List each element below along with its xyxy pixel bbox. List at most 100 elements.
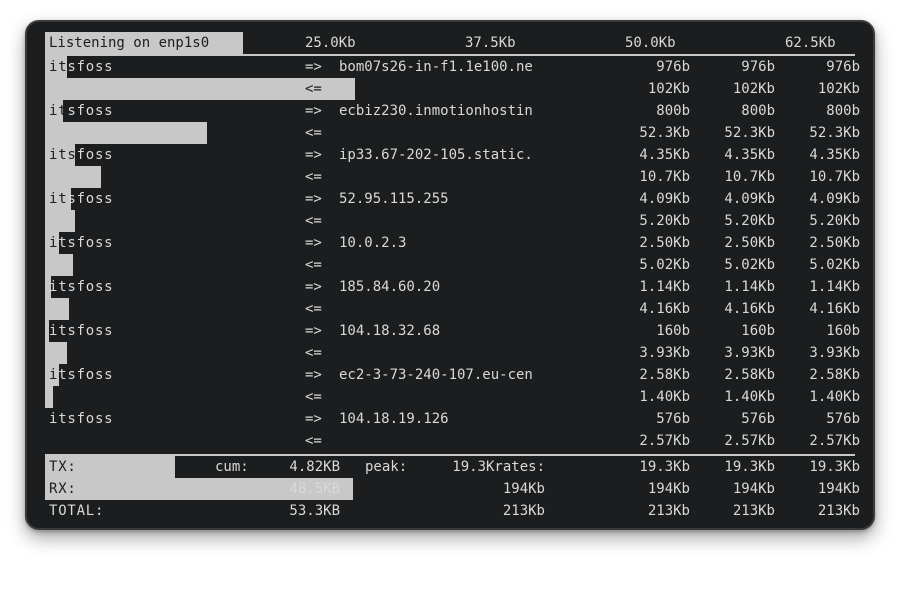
arrow-rx-icon: <= xyxy=(305,254,322,276)
rx-rate-40s: 10.7Kb xyxy=(785,166,860,188)
rx-bar xyxy=(45,298,69,320)
rx-rate-2s: 2.57Kb xyxy=(615,430,690,452)
tx-rate-2s: 1.14Kb xyxy=(615,276,690,298)
tx-rate-10s: 160b xyxy=(700,320,775,342)
rx-bar xyxy=(45,254,73,276)
rx-rate-10s: 2.57Kb xyxy=(700,430,775,452)
rx-rate-10s: 4.16Kb xyxy=(700,298,775,320)
arrow-rx-icon: <= xyxy=(305,166,322,188)
listening-label: Listening on enp1s0 xyxy=(45,32,209,54)
flow-rx-row: <= 1.40Kb 1.40Kb 1.40Kb xyxy=(45,386,855,408)
summary-row-rx: RX: 48.5KB 194Kb 194Kb 194Kb 194Kb xyxy=(45,478,855,500)
arrow-tx-icon: => xyxy=(305,364,322,386)
tx-rate-40s: 160b xyxy=(785,320,860,342)
local-host: itsfoss xyxy=(49,364,299,386)
tx-rate-40s: 800b xyxy=(785,100,860,122)
tx-rate-2s: 976b xyxy=(615,56,690,78)
rx-bar xyxy=(45,166,101,188)
tx-rate-2s: 4.35Kb xyxy=(615,144,690,166)
rx-rate-2s: 102Kb xyxy=(615,78,690,100)
tx-rate-10s: 2.58Kb xyxy=(700,364,775,386)
rx-rate-40s: 102Kb xyxy=(785,78,860,100)
rx-rate-10s: 1.40Kb xyxy=(700,386,775,408)
tx-rate-40s: 576b xyxy=(785,408,860,430)
local-host: itsfoss xyxy=(49,408,299,430)
peak-value: 19.3Krates: xyxy=(440,456,545,478)
remote-host: 52.95.115.255 xyxy=(339,188,604,210)
tx-rate-40s: 2.50Kb xyxy=(785,232,860,254)
rx-bar xyxy=(45,122,207,144)
tx-rate-10s: 2.50Kb xyxy=(700,232,775,254)
flow-rx-row: <= 52.3Kb 52.3Kb 52.3Kb xyxy=(45,122,855,144)
flow-rx-row: <= 5.20Kb 5.20Kb 5.20Kb xyxy=(45,210,855,232)
rx-rate-10s: 3.93Kb xyxy=(700,342,775,364)
tx-rate-40s: 1.14Kb xyxy=(785,276,860,298)
arrow-tx-icon: => xyxy=(305,188,322,210)
arrow-tx-icon: => xyxy=(305,276,322,298)
tx-rate-10s: 1.14Kb xyxy=(700,276,775,298)
tx-rate-2s: 2.50Kb xyxy=(615,232,690,254)
arrow-tx-icon: => xyxy=(305,144,322,166)
remote-host: 185.84.60.20 xyxy=(339,276,604,298)
rx-rate-10s: 5.02Kb xyxy=(700,254,775,276)
rate-40s: 213Kb xyxy=(785,500,860,522)
flow-tx-row: itsfoss => 52.95.115.255 4.09Kb 4.09Kb 4… xyxy=(45,188,855,210)
tx-rate-40s: 4.35Kb xyxy=(785,144,860,166)
tx-rate-10s: 576b xyxy=(700,408,775,430)
local-host: itsfoss xyxy=(49,100,299,122)
rate-2s: 194Kb xyxy=(615,478,690,500)
rx-rate-2s: 4.16Kb xyxy=(615,298,690,320)
flow-tx-row: itsfoss => bom07s26-in-f1.1e100.ne 976b … xyxy=(45,56,855,78)
scale-tick-3: 50.0Kb xyxy=(625,32,676,54)
rx-rate-2s: 10.7Kb xyxy=(615,166,690,188)
rx-rate-10s: 5.20Kb xyxy=(700,210,775,232)
remote-host: ec2-3-73-240-107.eu-cen xyxy=(339,364,604,386)
local-host: itsfoss xyxy=(49,188,299,210)
rx-rate-40s: 1.40Kb xyxy=(785,386,860,408)
flow-tx-row: itsfoss => 185.84.60.20 1.14Kb 1.14Kb 1.… xyxy=(45,276,855,298)
cum-value: 53.3KB xyxy=(270,500,340,522)
arrow-rx-icon: <= xyxy=(305,342,322,364)
arrow-rx-icon: <= xyxy=(305,210,322,232)
flow-tx-row: itsfoss => 104.18.32.68 160b 160b 160b xyxy=(45,320,855,342)
flow-rx-row: <= 102Kb 102Kb 102Kb xyxy=(45,78,855,100)
arrow-rx-icon: <= xyxy=(305,78,322,100)
flow-tx-row: itsfoss => ec2-3-73-240-107.eu-cen 2.58K… xyxy=(45,364,855,386)
arrow-rx-icon: <= xyxy=(305,430,322,452)
cum-label: cum: xyxy=(215,456,249,478)
local-host: itsfoss xyxy=(49,56,299,78)
summary-row-total: TOTAL: 53.3KB 213Kb 213Kb 213Kb 213Kb xyxy=(45,500,855,522)
local-host: itsfoss xyxy=(49,232,299,254)
rate-40s: 194Kb xyxy=(785,478,860,500)
cum-value: 4.82KB xyxy=(270,456,340,478)
rx-rate-40s: 4.16Kb xyxy=(785,298,860,320)
rx-rate-40s: 52.3Kb xyxy=(785,122,860,144)
rx-rate-2s: 5.20Kb xyxy=(615,210,690,232)
arrow-tx-icon: => xyxy=(305,320,322,342)
remote-host: ip33.67-202-105.static. xyxy=(339,144,604,166)
rx-bar xyxy=(45,386,53,408)
summary-label: RX: xyxy=(49,478,77,500)
rx-rate-40s: 2.57Kb xyxy=(785,430,860,452)
rx-rate-2s: 1.40Kb xyxy=(615,386,690,408)
rx-rate-2s: 52.3Kb xyxy=(615,122,690,144)
rx-rate-10s: 52.3Kb xyxy=(700,122,775,144)
rx-rate-10s: 102Kb xyxy=(700,78,775,100)
rate-2s: 19.3Kb xyxy=(615,456,690,478)
rx-rate-40s: 5.02Kb xyxy=(785,254,860,276)
summary-label: TOTAL: xyxy=(49,500,104,522)
tx-rate-40s: 4.09Kb xyxy=(785,188,860,210)
arrow-rx-icon: <= xyxy=(305,298,322,320)
terminal-window: Listening on enp1s0 25.0Kb 37.5Kb 50.0Kb… xyxy=(25,20,875,530)
local-host: itsfoss xyxy=(49,320,299,342)
tx-rate-2s: 4.09Kb xyxy=(615,188,690,210)
remote-host: 104.18.32.68 xyxy=(339,320,604,342)
peak-value: 194Kb xyxy=(440,478,545,500)
scale-tick-4: 62.5Kb xyxy=(785,32,836,54)
rx-rate-40s: 5.20Kb xyxy=(785,210,860,232)
rate-10s: 194Kb xyxy=(700,478,775,500)
arrow-tx-icon: => xyxy=(305,100,322,122)
tx-rate-2s: 2.58Kb xyxy=(615,364,690,386)
flow-tx-row: itsfoss => ip33.67-202-105.static. 4.35K… xyxy=(45,144,855,166)
flow-list: itsfoss => bom07s26-in-f1.1e100.ne 976b … xyxy=(45,56,855,452)
